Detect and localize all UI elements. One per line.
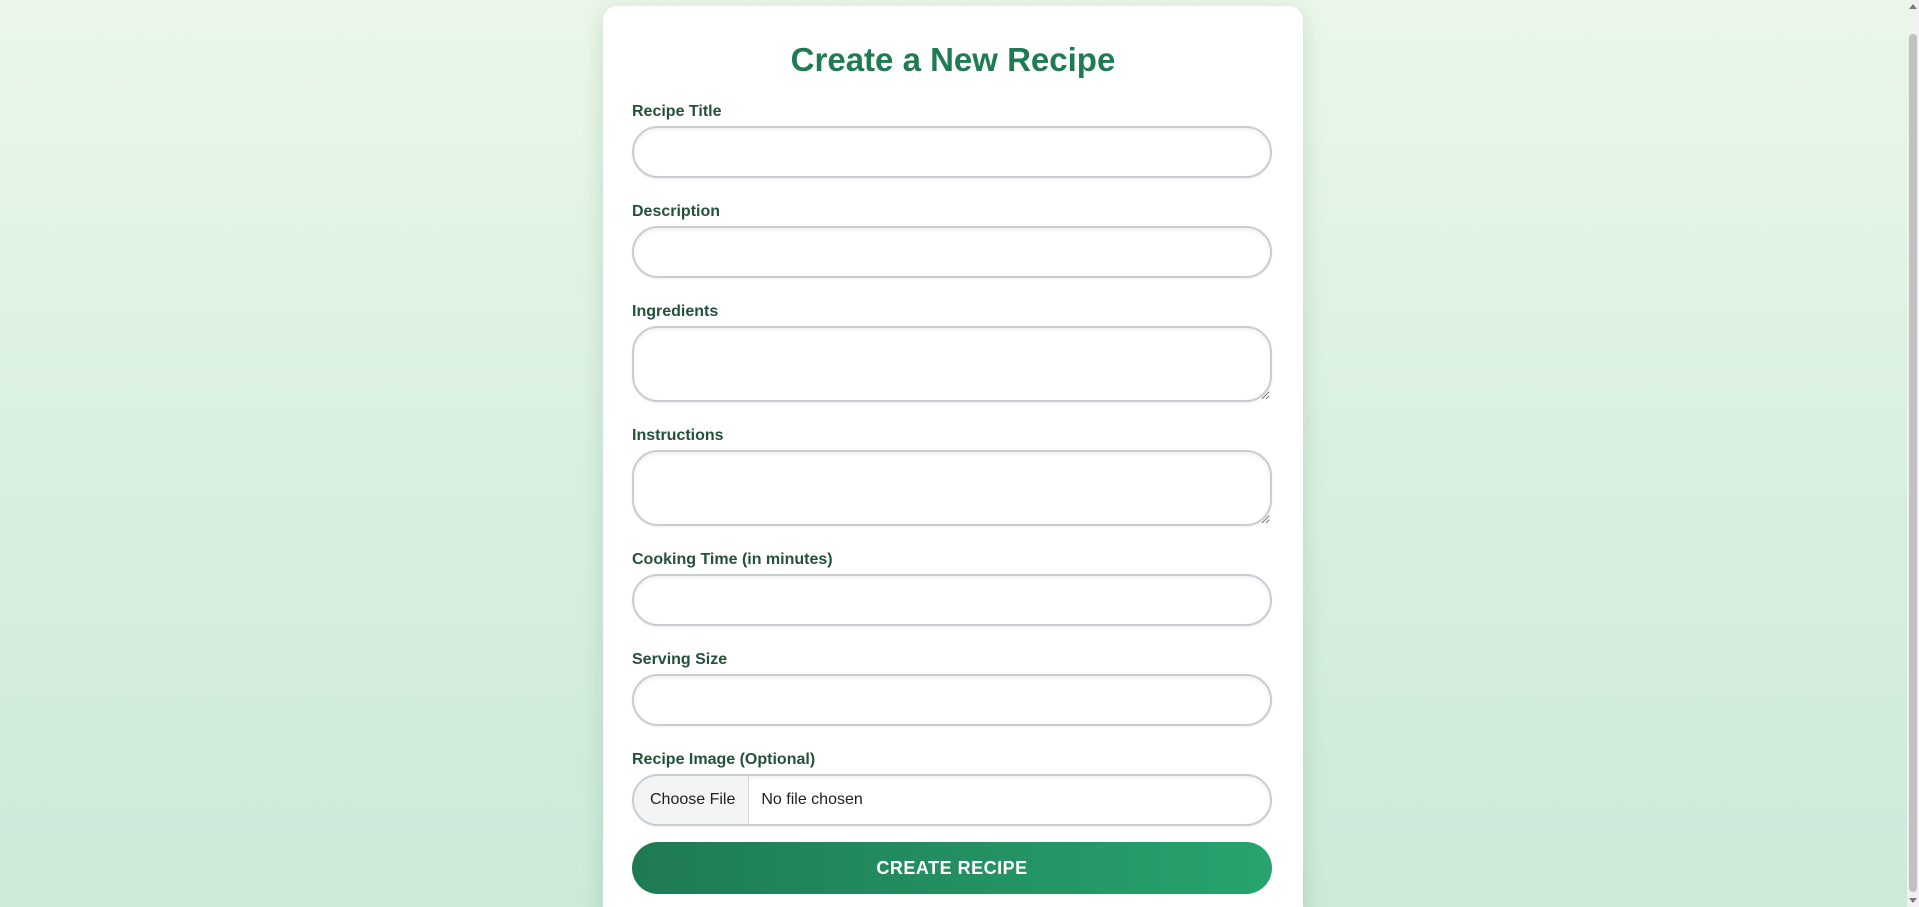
recipe-form-card: Create a New Recipe Recipe Title Descrip… [603,6,1303,907]
page-title: Create a New Recipe [790,41,1116,78]
scroll-up-arrow-icon[interactable] [1909,4,1917,9]
cooking-time-label: Cooking Time (in minutes) [632,551,833,568]
description-input[interactable] [632,226,1272,278]
recipe-title-input[interactable] [632,126,1272,178]
page-scrollbar[interactable] [1907,0,1919,907]
instructions-textarea[interactable] [632,450,1272,526]
recipe-image-file-input[interactable]: Choose File No file chosen [632,774,1272,826]
scroll-down-arrow-icon[interactable] [1909,898,1917,903]
serving-size-input[interactable] [632,674,1272,726]
ingredients-label: Ingredients [632,303,719,320]
instructions-label: Instructions [632,427,724,444]
ingredients-textarea[interactable] [632,326,1272,402]
choose-file-button[interactable]: Choose File [634,776,750,824]
serving-size-label: Serving Size [632,651,728,668]
recipe-image-label: Recipe Image (Optional) [632,751,816,768]
file-status-text: No file chosen [761,791,863,808]
recipe-title-label: Recipe Title [632,103,722,120]
create-recipe-button[interactable]: CREATE RECIPE [632,842,1272,894]
description-label: Description [632,203,721,220]
scrollbar-thumb[interactable] [1909,34,1917,892]
cooking-time-input[interactable] [632,574,1272,626]
